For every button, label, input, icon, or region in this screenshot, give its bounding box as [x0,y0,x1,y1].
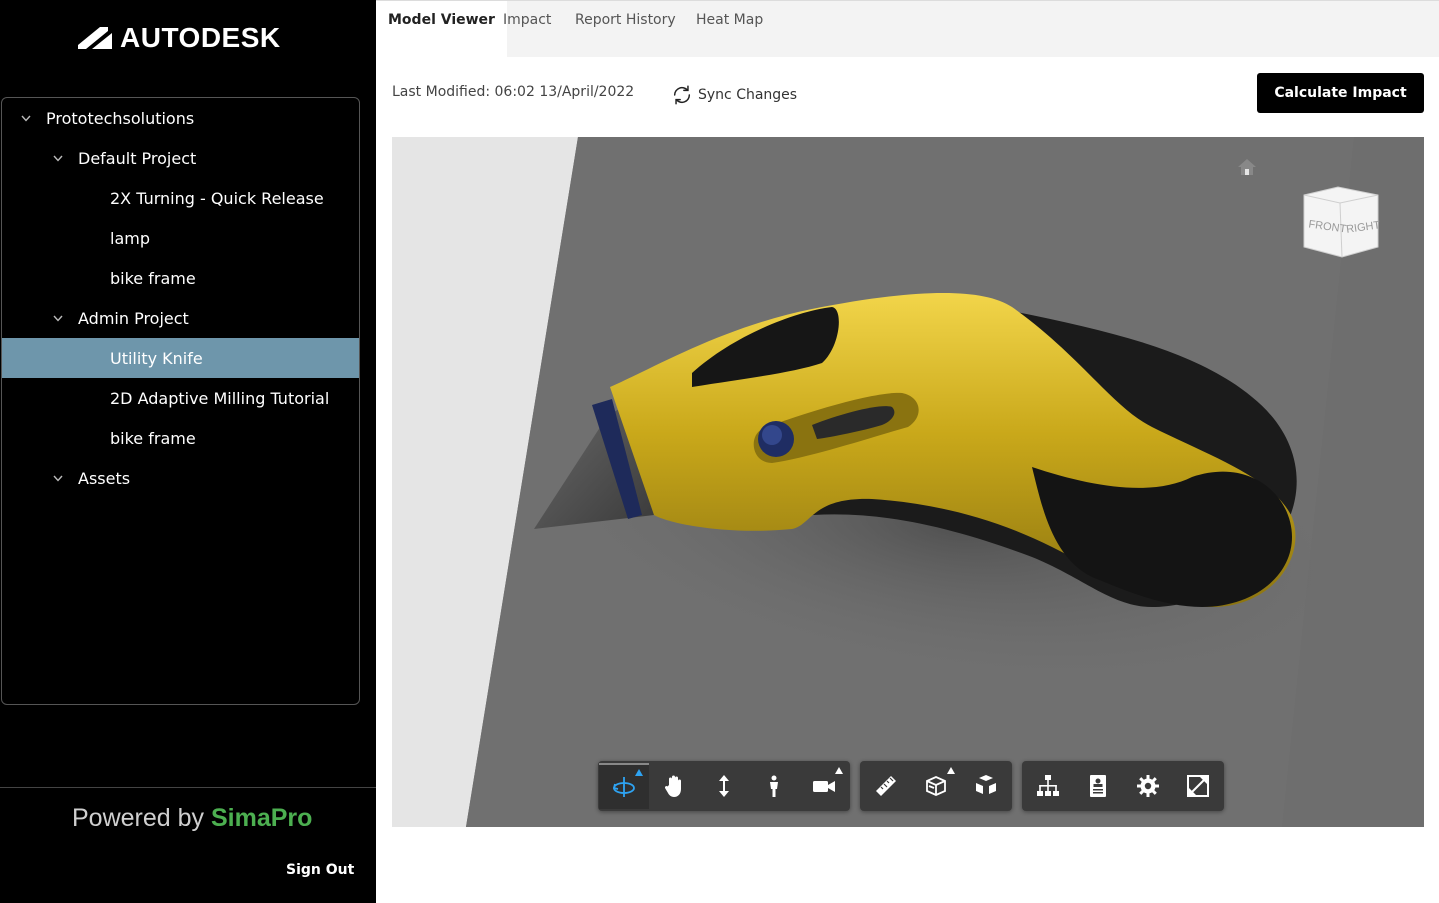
tree-item-prototechsolutions[interactable]: Prototechsolutions [2,98,359,138]
toolbar-group-1 [598,761,850,811]
measure-ruler-button[interactable] [861,763,911,809]
chevron-down-icon[interactable] [53,473,63,483]
tab-heat-map[interactable]: Heat Map [684,1,775,58]
orbit-icon [611,774,637,800]
first-person-icon [761,773,787,799]
tree-item-label: Prototechsolutions [46,108,195,128]
chevron-down-icon[interactable] [21,113,31,123]
tree-item-label: Default Project [78,148,197,168]
pan-hand-button[interactable] [649,763,699,809]
chevron-down-icon[interactable] [53,153,63,163]
tree-item-bike-frame[interactable]: bike frame [2,418,359,458]
orbit-button[interactable] [599,763,649,809]
sync-icon [673,85,691,105]
tree-item-label: Assets [78,468,131,488]
camera-button[interactable] [799,763,849,809]
toolbar-group-2 [860,761,1012,811]
view-cube[interactable]: FRONT RIGHT [1302,185,1382,261]
properties-icon [1085,773,1111,799]
tree-item-2d-adaptive-milling-tutorial[interactable]: 2D Adaptive Milling Tutorial [2,378,359,418]
autodesk-logo: AUTODESK [78,22,281,54]
properties-button[interactable] [1073,763,1123,809]
last-modified-text: Last Modified: 06:02 13/April/2022 [392,84,635,100]
model-viewer-canvas[interactable]: FRONT RIGHT [392,137,1424,827]
sync-changes-label: Sync Changes [698,87,798,103]
tree-item-admin-project[interactable]: Admin Project [2,298,359,338]
home-icon[interactable] [1236,157,1258,177]
brand-name: AUTODESK [120,22,281,53]
section-box-button[interactable] [911,763,961,809]
explode-icon [973,773,999,799]
tree-item-label: Utility Knife [110,348,203,368]
first-person-button[interactable] [749,763,799,809]
project-tree: Prototechsolutions Default Project 2X Turn… [1,97,360,705]
sidebar-divider [0,787,376,788]
sign-out-link[interactable]: Sign Out [286,862,354,878]
tree-item-utility-knife[interactable]: Utility Knife [2,338,359,378]
toolbar-group-3 [1022,761,1224,811]
fullscreen-icon [1185,773,1211,799]
calculate-impact-button[interactable]: Calculate Impact [1257,73,1424,113]
tree-item-bike-frame[interactable]: bike frame [2,258,359,298]
autodesk-logo-icon [78,27,112,49]
powered-by: Powered by SimaPro [72,804,312,833]
tree-item-label: bike frame [110,268,196,288]
tree-item-assets[interactable]: Assets [2,458,359,498]
tree-item-label: bike frame [110,428,196,448]
dolly-zoom-icon [711,773,737,799]
flyout-triangle-icon [947,767,955,774]
3d-scene [466,137,1424,827]
powered-by-text: Powered by [72,804,205,832]
tab-bar: Model Viewer Impact Report History Heat Map [376,0,1439,58]
tree-item-label: Admin Project [78,308,189,328]
pan-hand-icon [661,773,687,799]
flyout-triangle-icon [635,769,643,776]
section-box-icon [923,773,949,799]
main-content: Model Viewer Impact Report History Heat Map… [376,0,1439,903]
dolly-zoom-button[interactable] [699,763,749,809]
measure-ruler-icon [873,773,899,799]
settings-gear-button[interactable] [1123,763,1173,809]
tree-item-default-project[interactable]: Default Project [2,138,359,178]
explode-button[interactable] [961,763,1011,809]
fullscreen-button[interactable] [1173,763,1223,809]
model-browser-icon [1035,773,1061,799]
app-root: AUTODESK Prototechsolutions Default Proje… [0,0,1439,903]
tree-item-2x-turning-quick-release[interactable]: 2X Turning - Quick Release [2,178,359,218]
model-browser-button[interactable] [1023,763,1073,809]
sidebar: AUTODESK Prototechsolutions Default Proje… [0,0,376,903]
tab-report-history[interactable]: Report History [563,1,688,58]
tree-item-label: 2X Turning - Quick Release [110,188,324,208]
viewer-toolbar [598,761,1234,811]
camera-icon [811,773,837,799]
tab-model-viewer[interactable]: Model Viewer [376,1,507,58]
settings-gear-icon [1135,773,1161,799]
tree-item-lamp[interactable]: lamp [2,218,359,258]
sync-changes-button[interactable]: Sync Changes [671,84,797,106]
flyout-triangle-icon [835,767,843,774]
simapro-logo: SimaPro [210,804,313,832]
tab-impact[interactable]: Impact [491,1,563,58]
chevron-down-icon[interactable] [53,313,63,323]
tree-item-label: 2D Adaptive Milling Tutorial [110,388,330,408]
tree-item-label: lamp [110,228,150,248]
